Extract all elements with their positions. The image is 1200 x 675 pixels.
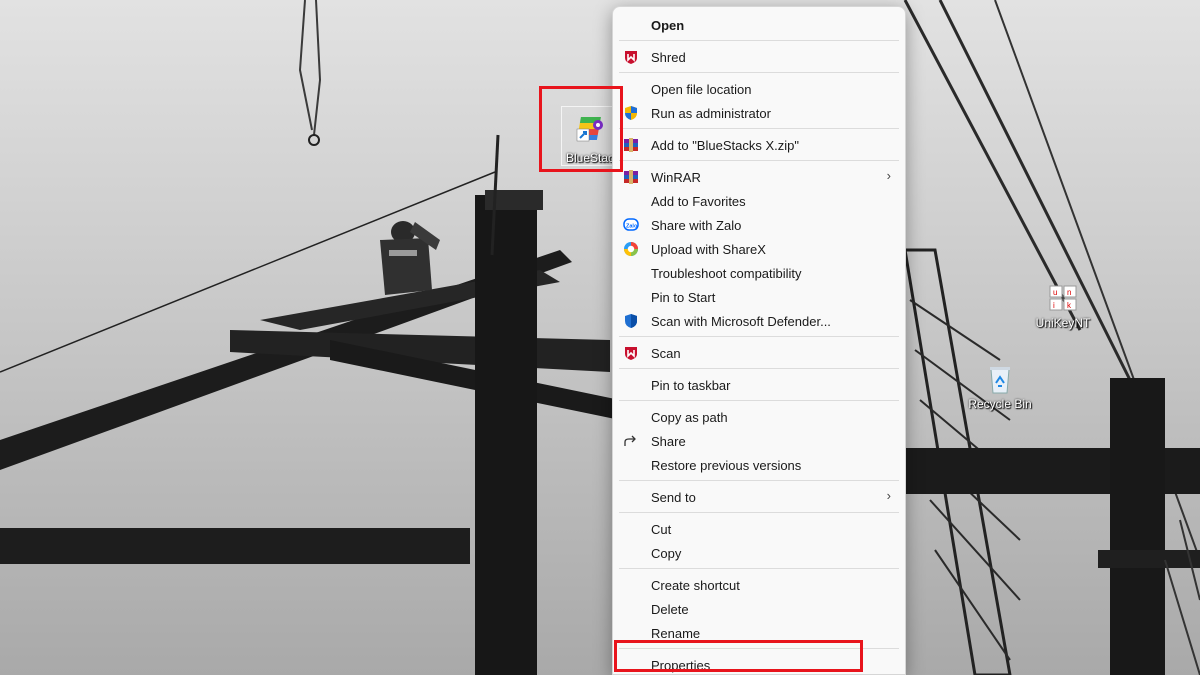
wallpaper-construction-photo — [0, 0, 1200, 675]
menu-item-label: WinRAR — [651, 169, 701, 185]
menu-item-label: Run as administrator — [651, 105, 771, 121]
defender-shield-icon — [623, 313, 639, 329]
menu-item-label: Delete — [651, 601, 689, 617]
svg-text:u: u — [1053, 288, 1057, 297]
sharex-icon — [623, 241, 639, 257]
chevron-right-icon: › — [886, 488, 891, 503]
menu-item-cut[interactable]: Cut — [613, 517, 905, 541]
menu-item-share-with-zalo[interactable]: Zalo Share with Zalo — [613, 213, 905, 237]
mcafee-icon — [623, 49, 639, 65]
menu-item-label: Scan with Microsoft Defender... — [651, 313, 831, 329]
menu-separator — [619, 160, 899, 161]
menu-separator — [619, 368, 899, 369]
svg-text:Zalo: Zalo — [626, 224, 638, 230]
menu-item-label: Properties — [651, 657, 711, 673]
winrar-archive-icon — [623, 137, 639, 153]
desktop-icon-label: UniKeyNT — [1035, 316, 1091, 330]
winrar-icon — [623, 169, 639, 185]
menu-item-troubleshoot-compatibility[interactable]: Troubleshoot compatibility — [613, 261, 905, 285]
context-menu: Open Shred Open file location Run as admini… — [612, 6, 906, 675]
menu-item-delete[interactable]: Delete — [613, 597, 905, 621]
menu-item-scan[interactable]: Scan — [613, 341, 905, 365]
menu-item-label: Copy — [651, 545, 682, 561]
menu-item-label: Create shortcut — [651, 577, 740, 593]
menu-item-open-file-location[interactable]: Open file location — [613, 77, 905, 101]
svg-text:n: n — [1067, 288, 1071, 297]
menu-separator — [619, 568, 899, 569]
menu-item-add-to-bluestacks-x-zip[interactable]: Add to "BlueStacks X.zip" — [613, 133, 905, 157]
menu-item-label: Copy as path — [651, 409, 728, 425]
desktop-icon-label: BlueStac — [566, 151, 615, 165]
uac-shield-icon — [623, 105, 639, 121]
chevron-right-icon: › — [886, 168, 891, 183]
menu-item-label: Cut — [651, 521, 672, 537]
menu-item-scan-with-microsoft-defender[interactable]: Scan with Microsoft Defender... — [613, 309, 905, 333]
menu-item-shred[interactable]: Shred — [613, 45, 905, 69]
desktop-icon-unikey[interactable]: u n i k UniKeyNT — [1028, 282, 1098, 330]
desktop-icon-recycle-bin[interactable]: Recycle Bin — [962, 363, 1038, 411]
menu-item-label: Open — [651, 17, 685, 33]
menu-item-label: Pin to Start — [651, 289, 716, 305]
menu-item-copy[interactable]: Copy — [613, 541, 905, 565]
menu-item-label: Send to — [651, 489, 696, 505]
menu-item-add-to-favorites[interactable]: Add to Favorites — [613, 189, 905, 213]
menu-item-rename[interactable]: Rename — [613, 621, 905, 645]
menu-item-send-to[interactable]: Send to › — [613, 485, 905, 509]
menu-item-run-as-administrator[interactable]: Run as administrator — [613, 101, 905, 125]
desktop-icon-label: Recycle Bin — [968, 397, 1032, 411]
menu-item-label: Open file location — [651, 81, 752, 97]
menu-separator — [619, 128, 899, 129]
menu-separator — [619, 648, 899, 649]
menu-item-label: Restore previous versions — [651, 457, 802, 473]
menu-item-pin-to-taskbar[interactable]: Pin to taskbar — [613, 373, 905, 397]
bluestacks-shortcut-icon — [576, 117, 603, 142]
desktop-wallpaper: BlueStac u n i k UniKeyNT Recycle Bin — [0, 0, 1200, 675]
menu-item-label: Share — [651, 433, 686, 449]
menu-item-label: Share with Zalo — [651, 217, 742, 233]
menu-item-label: Rename — [651, 625, 701, 641]
menu-item-pin-to-start[interactable]: Pin to Start — [613, 285, 905, 309]
share-icon — [623, 433, 639, 449]
menu-item-restore-previous-versions[interactable]: Restore previous versions — [613, 453, 905, 477]
menu-separator — [619, 72, 899, 73]
unikey-icon: u n i k — [1049, 285, 1077, 311]
menu-item-label: Scan — [651, 345, 681, 361]
menu-separator — [619, 480, 899, 481]
zalo-icon: Zalo — [623, 217, 639, 233]
menu-item-label: Add to "BlueStacks X.zip" — [651, 137, 799, 153]
menu-separator — [619, 336, 899, 337]
menu-item-open[interactable]: Open — [613, 13, 905, 37]
recycle-bin-icon — [990, 367, 1010, 394]
menu-item-winrar[interactable]: WinRAR › — [613, 165, 905, 189]
menu-item-label: Shred — [651, 49, 686, 65]
menu-item-properties[interactable]: Properties — [613, 653, 905, 674]
menu-separator — [619, 400, 899, 401]
menu-item-copy-as-path[interactable]: Copy as path — [613, 405, 905, 429]
menu-item-label: Upload with ShareX — [651, 241, 766, 257]
mcafee-icon — [623, 345, 639, 361]
menu-item-label: Add to Favorites — [651, 193, 746, 209]
menu-separator — [619, 40, 899, 41]
menu-item-label: Pin to taskbar — [651, 377, 731, 393]
menu-separator — [619, 512, 899, 513]
menu-item-create-shortcut[interactable]: Create shortcut — [613, 573, 905, 597]
menu-item-share[interactable]: Share — [613, 429, 905, 453]
menu-item-label: Troubleshoot compatibility — [651, 265, 802, 281]
svg-text:i: i — [1053, 301, 1055, 310]
menu-item-upload-with-sharex[interactable]: Upload with ShareX — [613, 237, 905, 261]
